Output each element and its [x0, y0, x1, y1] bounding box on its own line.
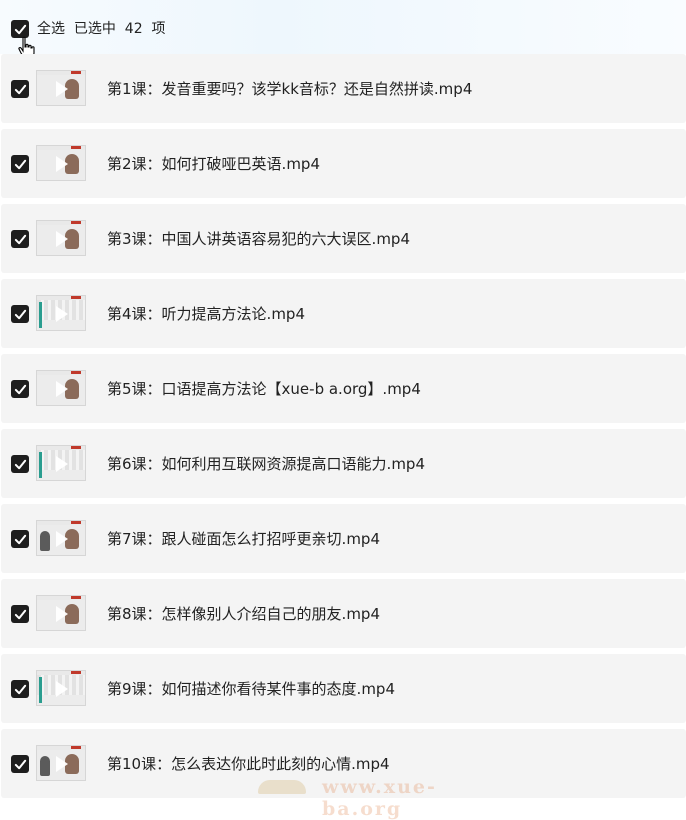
video-thumbnail[interactable] [36, 595, 86, 631]
item-checkbox[interactable] [11, 80, 29, 98]
item-checkbox[interactable] [11, 755, 29, 773]
video-thumbnail[interactable] [36, 670, 86, 706]
play-icon [56, 456, 68, 472]
watermark: www.xue-ba.org [258, 776, 498, 820]
list-item[interactable]: 第6课：如何利用互联网资源提高口语能力.mp4 [1, 429, 686, 498]
item-checkbox[interactable] [11, 155, 29, 173]
play-icon [56, 156, 68, 172]
check-icon [14, 459, 26, 469]
file-name[interactable]: 第4课：听力提高方法论.mp4 [107, 304, 305, 324]
check-icon [14, 384, 26, 394]
video-thumbnail[interactable] [36, 445, 86, 481]
play-icon [56, 231, 68, 247]
list-item[interactable]: 第5课：口语提高方法论【xue-b a.org】.mp4 [1, 354, 686, 423]
item-checkbox[interactable] [11, 680, 29, 698]
play-icon [56, 306, 68, 322]
file-name[interactable]: 第5课：口语提高方法论【xue-b a.org】.mp4 [107, 379, 421, 399]
list-item[interactable]: 第4课：听力提高方法论.mp4 [1, 279, 686, 348]
video-thumbnail[interactable] [36, 295, 86, 331]
video-thumbnail[interactable] [36, 745, 86, 781]
list-item[interactable]: 第8课：怎样像别人介绍自己的朋友.mp4 [1, 579, 686, 648]
check-icon [14, 84, 26, 94]
check-icon [14, 24, 26, 34]
list-item[interactable]: 第9课：如何描述你看待某件事的态度.mp4 [1, 654, 686, 723]
item-checkbox[interactable] [11, 305, 29, 323]
video-thumbnail[interactable] [36, 145, 86, 181]
play-icon [56, 381, 68, 397]
play-icon [56, 81, 68, 97]
file-name[interactable]: 第10课：怎么表达你此时此刻的心情.mp4 [107, 754, 390, 774]
item-checkbox[interactable] [11, 605, 29, 623]
video-thumbnail[interactable] [36, 220, 86, 256]
play-icon [56, 681, 68, 697]
item-checkbox[interactable] [11, 455, 29, 473]
file-name[interactable]: 第9课：如何描述你看待某件事的态度.mp4 [107, 679, 395, 699]
play-icon [56, 756, 68, 772]
check-icon [14, 609, 26, 619]
selection-header: 全选 已选中 42 项 [0, 0, 686, 59]
play-icon [56, 606, 68, 622]
file-name[interactable]: 第1课：发音重要吗？该学kk音标？还是自然拼读.mp4 [107, 79, 472, 99]
file-name[interactable]: 第8课：怎样像别人介绍自己的朋友.mp4 [107, 604, 380, 624]
list-item[interactable]: 第1课：发音重要吗？该学kk音标？还是自然拼读.mp4 [1, 54, 686, 123]
play-icon [56, 531, 68, 547]
video-thumbnail[interactable] [36, 520, 86, 556]
check-icon [14, 684, 26, 694]
file-name[interactable]: 第7课：跟人碰面怎么打招呼更亲切.mp4 [107, 529, 380, 549]
check-icon [14, 534, 26, 544]
item-checkbox[interactable] [11, 380, 29, 398]
list-item[interactable]: 第7课：跟人碰面怎么打招呼更亲切.mp4 [1, 504, 686, 573]
file-name[interactable]: 第3课：中国人讲英语容易犯的六大误区.mp4 [107, 229, 410, 249]
video-thumbnail[interactable] [36, 70, 86, 106]
file-name[interactable]: 第6课：如何利用互联网资源提高口语能力.mp4 [107, 454, 425, 474]
check-icon [14, 759, 26, 769]
item-checkbox[interactable] [11, 230, 29, 248]
graduation-cap-icon [258, 780, 306, 794]
check-icon [14, 309, 26, 319]
item-checkbox[interactable] [11, 530, 29, 548]
video-thumbnail[interactable] [36, 370, 86, 406]
file-name[interactable]: 第2课：如何打破哑巴英语.mp4 [107, 154, 320, 174]
check-icon [14, 159, 26, 169]
watermark-text: www.xue-ba.org [322, 776, 437, 820]
selection-count-label: 全选 已选中 42 项 [37, 21, 166, 37]
list-item[interactable]: 第3课：中国人讲英语容易犯的六大误区.mp4 [1, 204, 686, 273]
check-icon [14, 234, 26, 244]
list-item[interactable]: 第2课：如何打破哑巴英语.mp4 [1, 129, 686, 198]
